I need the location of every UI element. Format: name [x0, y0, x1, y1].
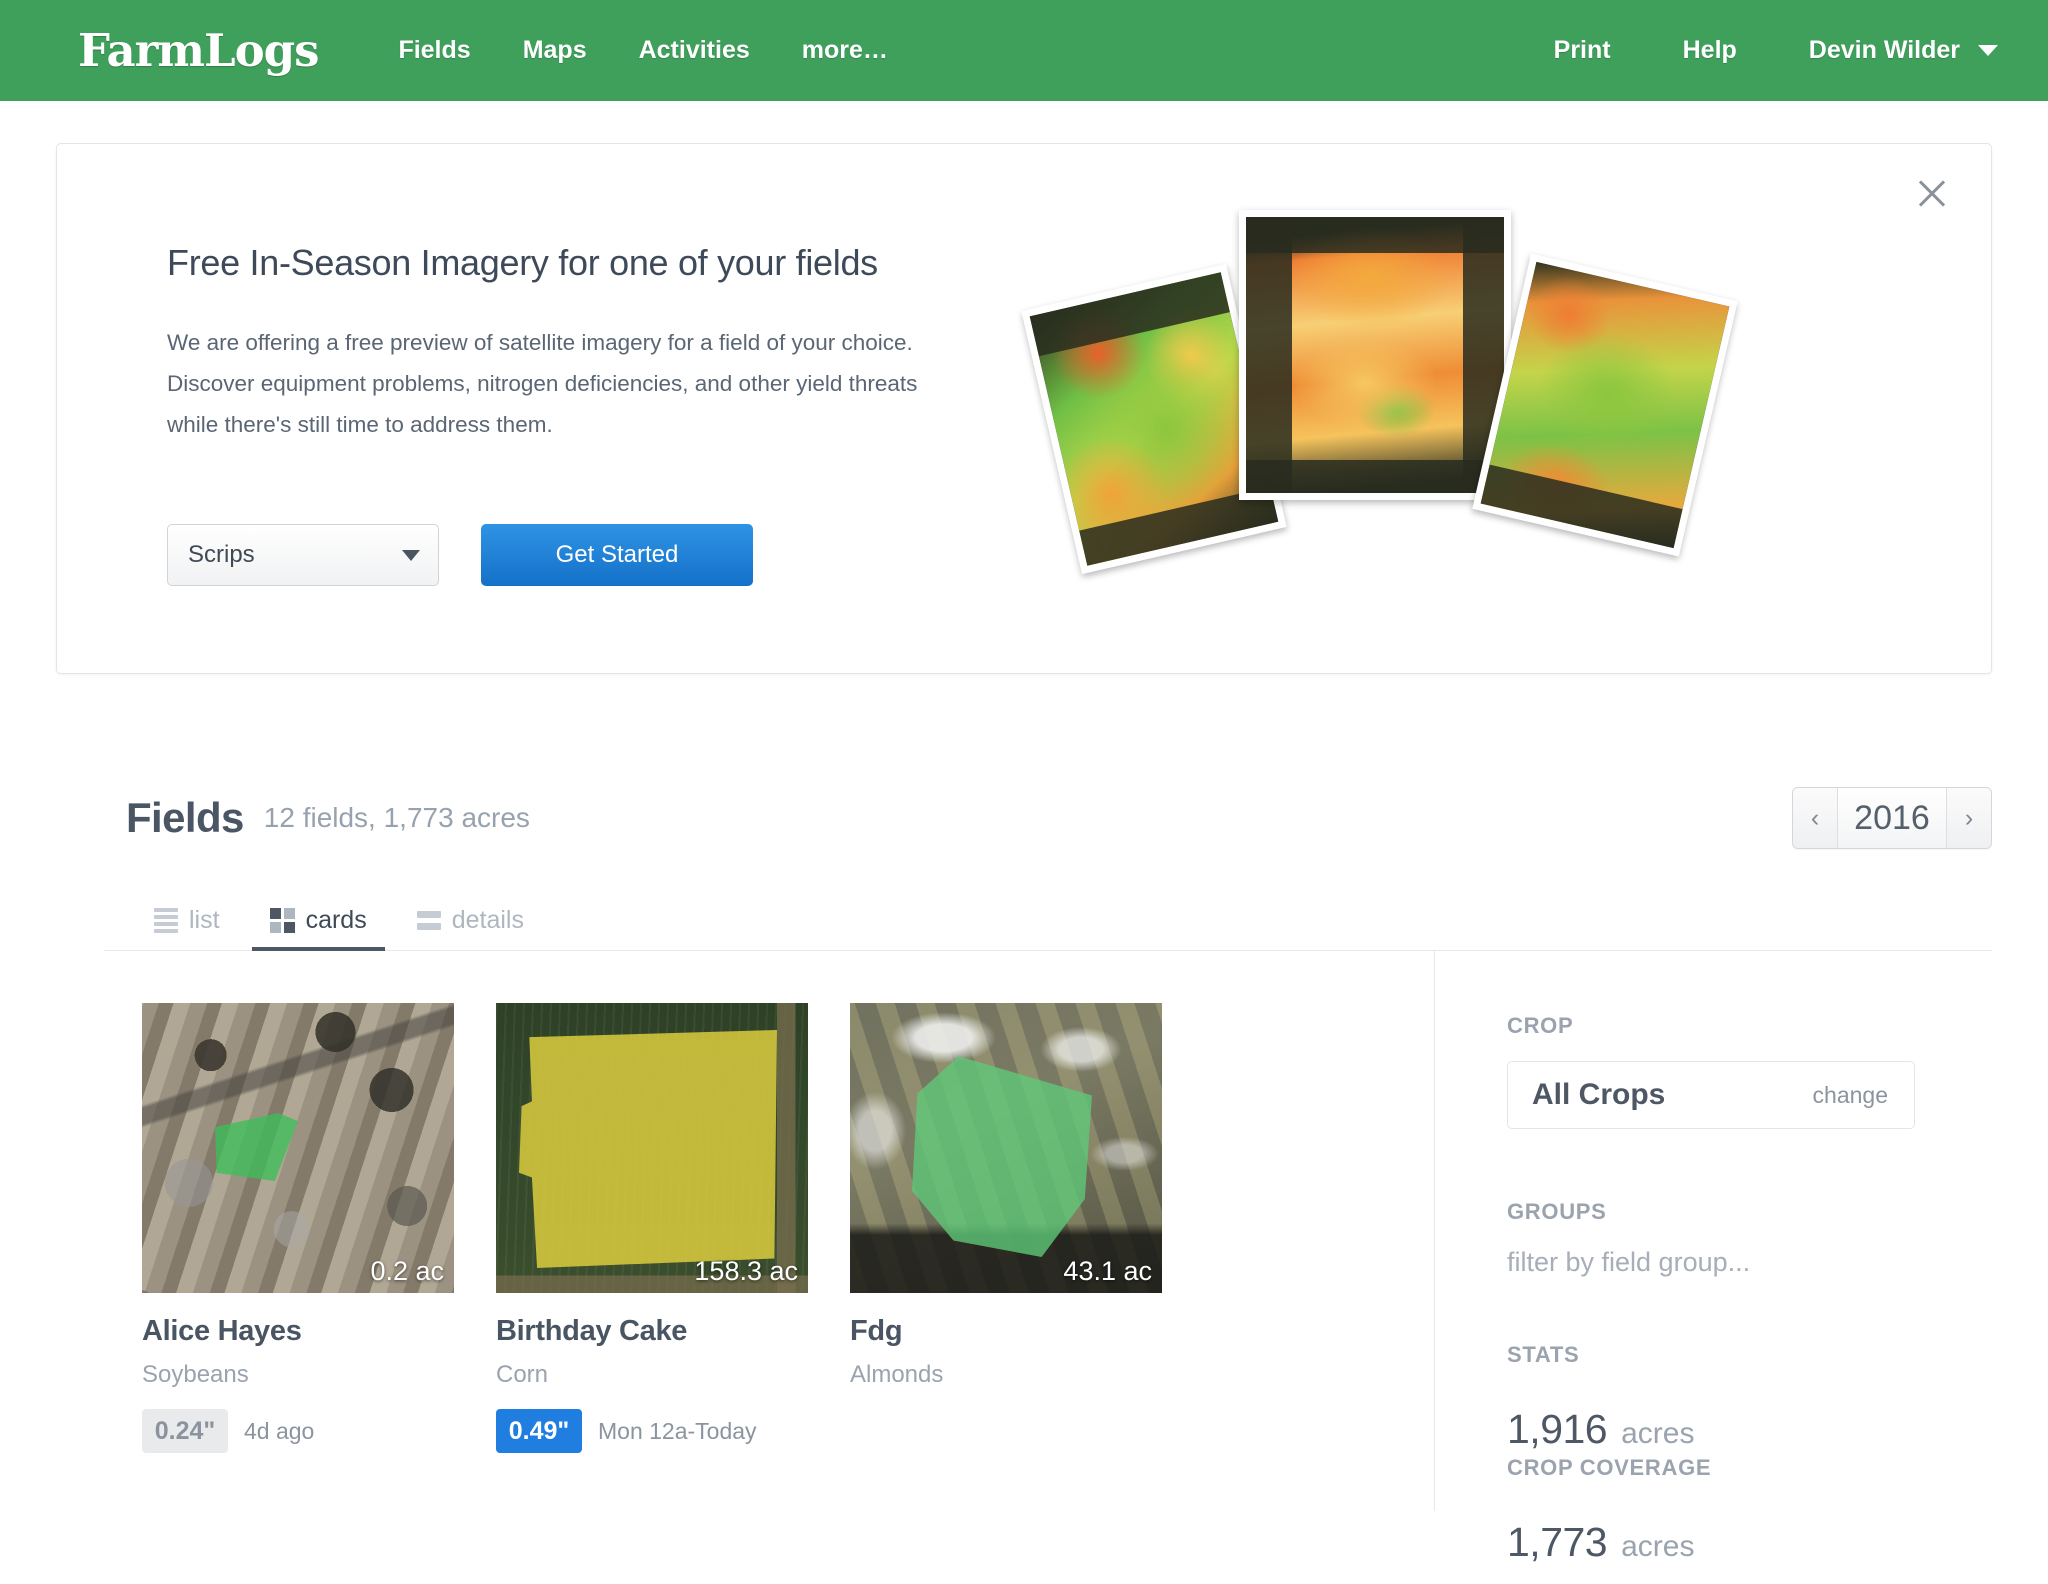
close-icon[interactable]	[1911, 172, 1953, 214]
field-card[interactable]: 158.3 ac Birthday Cake Corn 0.49" Mon 12…	[496, 1003, 808, 1453]
year-value[interactable]: 2016	[1837, 788, 1947, 848]
crop-filter-label: CROP	[1507, 1013, 1574, 1038]
user-account-menu[interactable]: Devin Wilder	[1809, 36, 1998, 65]
rainfall-badge: 0.24"	[142, 1409, 228, 1453]
fields-header: Fields 12 fields, 1,773 acres ‹ 2016 ›	[0, 782, 2048, 854]
tab-details[interactable]: details	[399, 906, 542, 951]
crop-filter-control[interactable]: All Crops change	[1507, 1061, 1915, 1129]
nav-item-maps[interactable]: Maps	[523, 36, 587, 65]
list-view-icon	[154, 908, 178, 933]
tab-list[interactable]: list	[136, 906, 238, 951]
primary-nav: Fields Maps Activities more…	[398, 36, 887, 65]
tab-cards-label: cards	[305, 906, 367, 934]
field-card[interactable]: 0.2 ac Alice Hayes Soybeans 0.24" 4d ago	[142, 1003, 454, 1453]
field-thumbnail[interactable]: 43.1 ac	[850, 1003, 1162, 1293]
tab-list-label: list	[189, 906, 220, 934]
filters-sidebar: CROP All Crops change GROUPS filter by f…	[1434, 951, 1954, 1565]
field-name: Alice Hayes	[142, 1315, 302, 1347]
promo-body: We are offering a free preview of satell…	[167, 330, 918, 437]
promo-actions: Scrips Get Started	[167, 524, 753, 586]
year-prev-button[interactable]: ‹	[1793, 788, 1837, 848]
field-select-value: Scrips	[188, 541, 255, 568]
nav-item-fields[interactable]: Fields	[398, 36, 470, 65]
stat-unit: acres	[1621, 1417, 1695, 1450]
stat-unit: acres	[1621, 1530, 1695, 1563]
stat-value: 1,773	[1507, 1519, 1608, 1565]
cards-view-icon	[269, 908, 295, 933]
field-acreage-label: 43.1 ac	[1063, 1256, 1152, 1286]
view-mode-tabs: list cards details	[104, 906, 1992, 951]
field-name: Fdg	[850, 1315, 903, 1347]
field-boundary-polygon	[519, 1030, 777, 1268]
field-thumbnail[interactable]: 0.2 ac	[142, 1003, 454, 1293]
satellite-imagery-collage	[1021, 184, 1901, 644]
stat-crop-coverage: 1,916 acres CROP COVERAGE	[1507, 1406, 1954, 1481]
field-cards-grid: 0.2 ac Alice Hayes Soybeans 0.24" 4d ago…	[104, 951, 1434, 1511]
tab-cards[interactable]: cards	[251, 906, 385, 951]
farmlogs-logo[interactable]: FarmLogs	[78, 24, 319, 77]
chevron-down-icon	[1978, 45, 1998, 56]
user-name-label: Devin Wilder	[1808, 36, 1960, 64]
promo-title: Free In-Season Imagery for one of your f…	[167, 242, 878, 283]
details-view-icon	[416, 911, 441, 930]
stat-caption: CROP COVERAGE	[1507, 1455, 1712, 1480]
top-navigation-bar: FarmLogs Fields Maps Activities more… Pr…	[0, 0, 2048, 101]
crop-filter-value: All Crops	[1532, 1078, 1666, 1111]
fields-summary: 12 fields, 1,773 acres	[263, 802, 530, 833]
stat-value: 1,916	[1507, 1406, 1608, 1452]
secondary-nav: Print Help Devin Wilder	[1554, 36, 2010, 65]
field-crop: Almonds	[850, 1361, 944, 1388]
rainfall-time: 4d ago	[244, 1417, 315, 1444]
page-title: Fields	[126, 794, 244, 841]
field-name: Birthday Cake	[496, 1315, 688, 1347]
chevron-down-icon	[402, 549, 420, 561]
rainfall-time: Mon 12a-Today	[598, 1417, 757, 1444]
field-thumbnail[interactable]: 158.3 ac	[496, 1003, 808, 1293]
field-card[interactable]: 43.1 ac Fdg Almonds	[850, 1003, 1162, 1453]
field-crop: Corn	[496, 1361, 549, 1388]
promo-text-block: Free In-Season Imagery for one of your f…	[167, 242, 967, 445]
stat-total-acres: 1,773 acres	[1507, 1519, 1954, 1566]
field-rainfall	[850, 1409, 1162, 1453]
fields-content: 0.2 ac Alice Hayes Soybeans 0.24" 4d ago…	[104, 951, 1992, 1565]
ndvi-photo-right	[1472, 253, 1738, 557]
field-acreage-label: 0.2 ac	[370, 1256, 444, 1286]
year-next-button[interactable]: ›	[1947, 788, 1991, 848]
groups-filter-label: GROUPS	[1507, 1199, 1607, 1224]
groups-filter-input[interactable]: filter by field group...	[1507, 1247, 1954, 1278]
nav-item-help[interactable]: Help	[1683, 36, 1737, 65]
field-rainfall: 0.24" 4d ago	[142, 1409, 454, 1453]
field-acreage-label: 158.3 ac	[694, 1256, 798, 1286]
crop-change-link[interactable]: change	[1813, 1082, 1888, 1109]
field-crop: Soybeans	[142, 1361, 249, 1388]
promo-banner: Free In-Season Imagery for one of your f…	[56, 143, 1992, 674]
tab-details-label: details	[451, 906, 524, 934]
stats-label: STATS	[1507, 1342, 1580, 1367]
field-select-dropdown[interactable]: Scrips	[167, 524, 439, 586]
ndvi-photo-center	[1239, 210, 1511, 500]
nav-item-print[interactable]: Print	[1554, 36, 1611, 65]
nav-item-activities[interactable]: Activities	[639, 36, 750, 65]
get-started-button[interactable]: Get Started	[481, 524, 753, 586]
field-rainfall: 0.49" Mon 12a-Today	[496, 1409, 808, 1453]
year-picker: ‹ 2016 ›	[1792, 787, 1992, 849]
nav-item-more[interactable]: more…	[802, 36, 888, 65]
rainfall-badge: 0.49"	[496, 1409, 582, 1453]
satellite-image	[142, 1003, 454, 1293]
